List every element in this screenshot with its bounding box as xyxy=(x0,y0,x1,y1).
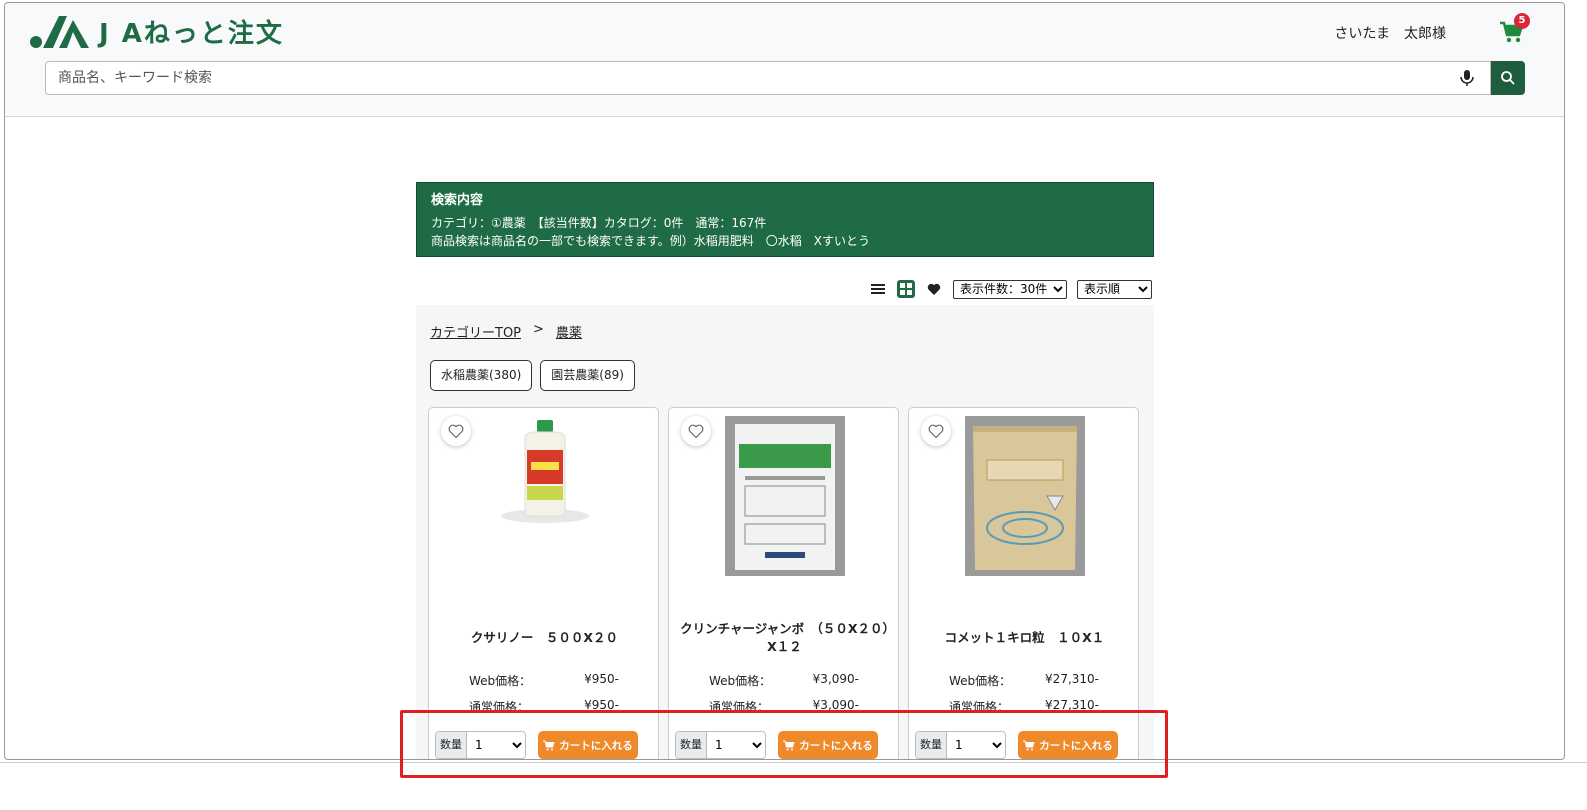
browser-page: J Aねっと注文 さいたま 太郎様 5 検索内容 xyxy=(4,2,1565,760)
product-card: コメット１キロ粒 １０X１ Web価格： ¥27,310- 通常価格： ¥27,… xyxy=(908,407,1139,759)
search-summary-hint: 商品検索は商品名の一部でも検索できます。例）水稲用肥料 〇水稲 Xすいとう xyxy=(431,234,871,248)
site-logo[interactable]: J Aねっと注文 xyxy=(29,13,284,50)
search-bar xyxy=(45,61,1525,95)
site-title: J Aねっと注文 xyxy=(99,19,284,49)
search-icon xyxy=(1501,71,1515,85)
site-header: J Aねっと注文 さいたま 太郎様 5 xyxy=(5,3,1564,117)
product-name[interactable]: コメット１キロ粒 １０X１ xyxy=(919,618,1130,658)
product-grid: クサリノー ５００X２０ Web価格： ¥950- 通常価格： ¥950- 数量… xyxy=(428,407,1140,759)
subcategory-chip[interactable]: 園芸農薬(89) xyxy=(540,360,635,391)
product-name[interactable]: クサリノー ５００X２０ xyxy=(439,618,650,658)
list-toolbar: 表示件数：30件 表示順 xyxy=(416,277,1154,301)
heart-outline-icon xyxy=(688,424,704,438)
subcategory-chip[interactable]: 水稲農薬(380) xyxy=(430,360,533,391)
product-card: クリンチャージャンボ （５０X２０）X１２ Web価格： ¥3,090- 通常価… xyxy=(668,407,899,759)
cart-count-badge: 5 xyxy=(1514,13,1530,29)
web-price-value: ¥3,090- xyxy=(812,672,859,686)
search-input[interactable] xyxy=(45,61,1491,95)
list-view-icon[interactable] xyxy=(869,280,887,298)
product-image-sack[interactable] xyxy=(965,416,1085,576)
heart-outline-icon xyxy=(928,424,944,438)
microphone-icon[interactable] xyxy=(1459,69,1475,87)
search-summary-counts: カテゴリ：①農薬 【該当件数】カタログ：0件 通常：167件 xyxy=(431,216,767,230)
web-price-label: Web価格： xyxy=(949,674,1012,688)
web-price-value: ¥950- xyxy=(584,672,619,686)
web-price-value: ¥27,310- xyxy=(1045,672,1099,686)
product-image-bottle[interactable] xyxy=(485,416,605,576)
grid-view-icon[interactable] xyxy=(897,280,915,298)
search-button[interactable] xyxy=(1491,61,1525,95)
breadcrumb-separator: > xyxy=(533,322,544,337)
product-panel: カテゴリーTOP > 農薬 水稲農薬(380) 園芸農薬(89) クサリノー ５… xyxy=(416,305,1154,759)
search-summary-title: 検索内容 xyxy=(431,193,484,208)
favorites-heart-icon[interactable] xyxy=(925,280,943,298)
heart-outline-icon xyxy=(448,424,464,438)
breadcrumb-current[interactable]: 農薬 xyxy=(556,322,582,341)
favorite-button[interactable] xyxy=(441,416,471,446)
search-summary: 検索内容 カテゴリ：①農薬 【該当件数】カタログ：0件 通常：167件 商品検索… xyxy=(416,182,1154,257)
product-card: クサリノー ５００X２０ Web価格： ¥950- 通常価格： ¥950- 数量… xyxy=(428,407,659,759)
web-price-label: Web価格： xyxy=(709,674,772,688)
ja-logo-icon xyxy=(30,15,89,48)
web-price-row: Web価格： ¥27,310- xyxy=(949,672,1099,689)
favorite-button[interactable] xyxy=(921,416,951,446)
sort-order-select[interactable]: 表示順 xyxy=(1077,279,1152,299)
user-name[interactable]: さいたま 太郎様 xyxy=(1334,23,1446,43)
favorite-button[interactable] xyxy=(681,416,711,446)
web-price-row: Web価格： ¥950- xyxy=(469,672,619,689)
product-image-pouch[interactable] xyxy=(725,416,845,576)
annotation-highlight-box xyxy=(400,710,1168,778)
per-page-select[interactable]: 表示件数：30件 xyxy=(953,279,1067,299)
web-price-label: Web価格： xyxy=(469,674,532,688)
subcategory-list: 水稲農薬(380) 園芸農薬(89) xyxy=(430,360,635,391)
breadcrumb-category-top[interactable]: カテゴリーTOP xyxy=(430,322,521,341)
product-name[interactable]: クリンチャージャンボ （５０X２０）X１２ xyxy=(679,618,890,658)
breadcrumb: カテゴリーTOP > 農薬 xyxy=(430,322,582,341)
web-price-row: Web価格： ¥3,090- xyxy=(709,672,859,689)
